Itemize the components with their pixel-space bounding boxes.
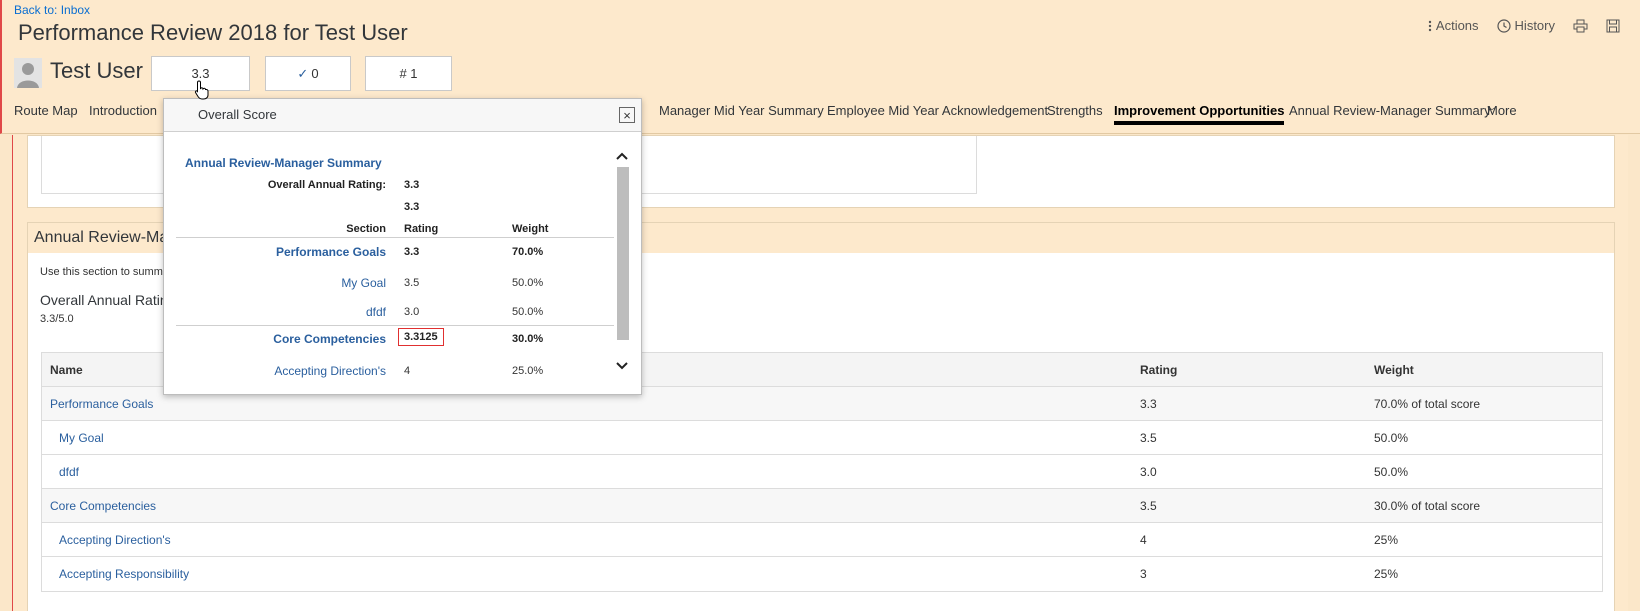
table-row: dfdf 3.0 50.0% [42,455,1602,489]
tab-improvement-opportunities[interactable]: Improvement Opportunities [1114,103,1285,125]
actions-button[interactable]: Actions [1428,18,1479,33]
popover-row-rating: 3.3 [404,246,420,258]
popover-section-link[interactable]: Annual Review-Manager Summary [185,156,382,170]
tab-introduction[interactable]: Introduction [89,103,157,118]
row-rating: 3 [1140,567,1147,581]
overall-score-value: 3.3 [191,66,210,81]
section-description: Use this section to summ [40,266,163,278]
rank-value: # 1 [399,66,418,81]
col-weight-header: Weight [512,223,549,235]
tab-route-map[interactable]: Route Map [14,103,78,118]
header-actions: Actions History [1428,18,1620,33]
popover-title: Overall Score [198,107,277,122]
checked-count-value: 0 [311,66,319,81]
scroll-up-icon[interactable] [616,147,628,163]
popover-row-name[interactable]: My Goal [184,276,386,290]
user-name: Test User [50,58,143,83]
column-rating-header: Rating [1140,363,1178,377]
overall-rating-value: 3.3/5.0 [40,313,74,325]
tab-employee-mid-year-acknowledgement[interactable]: Employee Mid Year Acknowledgement [827,103,1048,118]
overall-annual-rating-label: Overall Annual Rating: [267,179,386,191]
row-weight: 50.0% [1374,431,1409,445]
table-row: Accepting Responsibility 3 25% [42,557,1602,591]
row-rating: 3.3 [1140,397,1157,411]
popover-row-weight: 70.0% [512,246,544,258]
chevron-down-icon: ﹀ [1487,107,1497,118]
overall-rating-label: Overall Annual Ratin [40,292,168,308]
popover-row-rating: 3.5 [404,277,420,289]
popover-row-name[interactable]: Performance Goals [184,245,386,259]
popover-row-weight: 25.0% [512,365,544,377]
row-rating: 4 [1140,533,1147,547]
table-row: Core Competencies 3.5 30.0% of total sco… [42,489,1602,523]
divider [176,325,614,326]
row-name-link[interactable]: My Goal [59,431,104,445]
overall-annual-rating-value-2: 3.3 [404,201,420,213]
popover-header: Overall Score × [164,99,641,132]
popover-scrollbar-thumb[interactable] [617,167,629,340]
more-vertical-icon [1428,20,1432,32]
row-name-link[interactable]: Performance Goals [50,397,153,411]
user-avatar [14,58,42,88]
divider [176,237,614,238]
table-row: Accepting Direction's 4 25% [42,523,1602,557]
page-title: Performance Review 2018 for Test User [18,20,408,45]
popover-row-weight: 50.0% [512,306,544,318]
row-rating: 3.5 [1140,431,1157,445]
tab-strengths[interactable]: Strengths [1047,103,1103,118]
check-icon: ✓ [297,65,309,81]
col-section-header: Section [346,223,386,235]
save-button[interactable] [1606,19,1620,33]
print-button[interactable] [1573,19,1588,33]
popover-row-name[interactable]: Accepting Direction's [184,364,386,378]
highlighted-rating: 3.3125 [398,328,444,346]
print-icon [1573,19,1588,33]
row-rating: 3.5 [1140,499,1157,513]
row-name-link[interactable]: dfdf [59,465,79,479]
checked-count-button[interactable]: ✓ 0 [265,56,351,91]
tab-manager-mid-year-summary[interactable]: Manager Mid Year Summary [659,103,824,118]
scroll-down-icon[interactable] [616,357,628,373]
history-icon [1496,18,1511,33]
popover-row-name[interactable]: Core Competencies [184,332,386,346]
overall-score-popover: Overall Score × Annual Review-Manager Su… [163,98,642,395]
column-weight-header: Weight [1374,363,1414,377]
back-to-inbox-link[interactable]: Back to: Inbox [14,3,90,17]
column-name-header: Name [50,363,83,377]
section-title: Annual Review-Ma [34,229,169,246]
popover-body: Annual Review-Manager Summary Overall An… [164,133,641,395]
row-name-link[interactable]: Accepting Direction's [59,533,171,547]
rank-button[interactable]: # 1 [365,56,452,91]
popover-row-weight: 30.0% [512,333,544,345]
row-weight: 50.0% [1374,465,1409,479]
history-button[interactable]: History [1496,18,1555,33]
row-weight: 25% [1374,533,1399,547]
overall-annual-rating-value: 3.3 [404,179,420,191]
history-label: History [1514,18,1555,33]
table-row: My Goal 3.5 50.0% [42,421,1602,455]
close-icon[interactable]: × [619,107,635,123]
popover-row-rating: 4 [404,365,411,377]
row-weight: 70.0% of total score [1374,397,1481,411]
row-rating: 3.0 [1140,465,1157,479]
popover-row-weight: 50.0% [512,277,544,289]
col-rating-header: Rating [404,223,439,235]
row-name-link[interactable]: Core Competencies [50,499,156,513]
row-weight: 30.0% of total score [1374,499,1481,513]
tab-annual-review-manager-summary[interactable]: Annual Review-Manager Summary [1289,103,1491,118]
row-weight: 25% [1374,567,1399,581]
popover-row-rating: 3.0 [404,306,420,318]
actions-label: Actions [1435,18,1479,33]
hand-cursor-icon [194,80,210,105]
save-icon [1606,19,1620,33]
row-name-link[interactable]: Accepting Responsibility [59,567,189,581]
popover-row-name[interactable]: dfdf [184,305,386,319]
